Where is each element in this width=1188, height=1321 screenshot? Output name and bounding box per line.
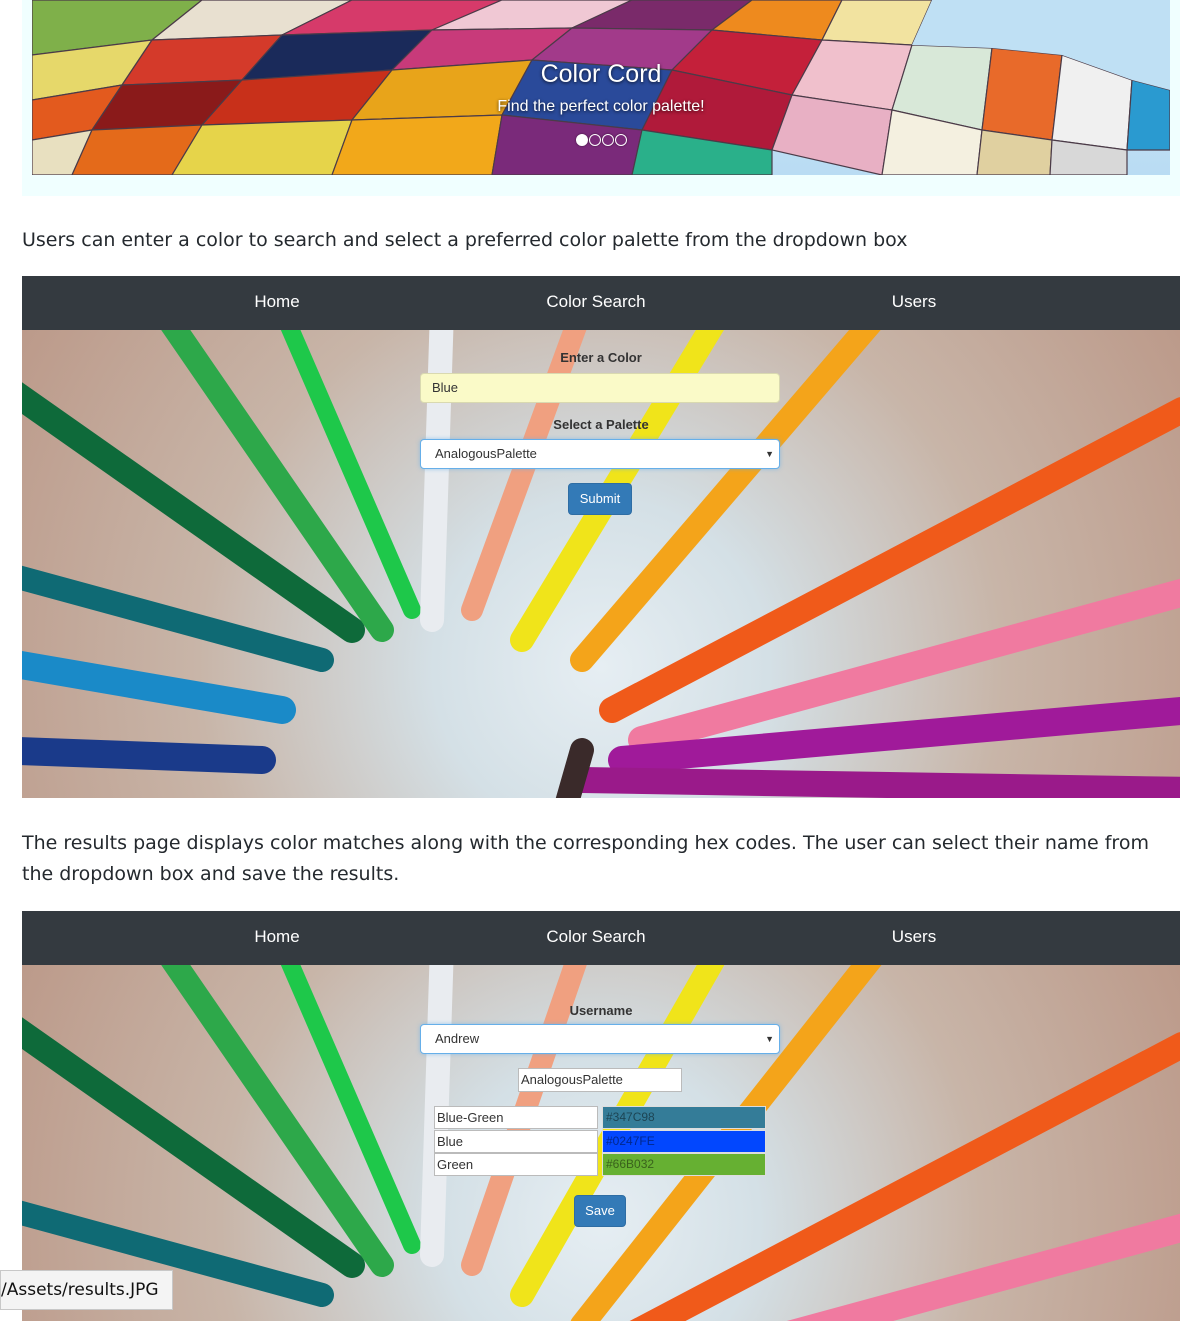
color-match-row: Green #66B032 <box>434 1153 766 1177</box>
save-button[interactable]: Save <box>574 1195 626 1227</box>
navbar: Home Color Search Users <box>22 276 1180 330</box>
palette-select-value: AnalogousPalette <box>435 446 537 461</box>
hero-title: Color Cord <box>540 60 662 88</box>
nav-home[interactable]: Home <box>177 276 377 330</box>
hero-caption: Color Cord Find the perfect color palett… <box>32 58 1170 118</box>
username-label: Username <box>569 1003 633 1018</box>
nav-color-search[interactable]: Color Search <box>496 276 696 330</box>
submit-button[interactable]: Submit <box>568 483 632 515</box>
palette-select[interactable]: AnalogousPalette ▼ <box>420 439 780 469</box>
color-input[interactable]: Blue <box>420 373 780 403</box>
color-hex-swatch[interactable]: #347C98 <box>602 1106 766 1129</box>
search-description: Users can enter a color to search and se… <box>22 229 908 251</box>
chevron-down-icon: ▼ <box>765 449 774 459</box>
status-bar-url: /Assets/results.JPG <box>0 1270 173 1310</box>
pencils-background: Username Andrew ▼ AnalogousPalette Blue-… <box>22 965 1180 1321</box>
nav-users[interactable]: Users <box>814 276 1014 330</box>
chevron-down-icon: ▼ <box>765 1034 774 1044</box>
carousel-indicators <box>32 134 1170 146</box>
color-search-screenshot: Home Color Search Users Enter a Color Bl… <box>22 276 1180 798</box>
nav-users[interactable]: Users <box>814 911 1014 965</box>
color-matches: Blue-Green #347C98 Blue #0247FE Green #6… <box>434 1106 766 1177</box>
navbar: Home Color Search Users <box>22 911 1180 965</box>
results-screenshot: Home Color Search Users Username Andrew … <box>22 911 1180 1321</box>
color-hex-swatch[interactable]: #0247FE <box>602 1129 766 1153</box>
username-select[interactable]: Andrew ▼ <box>420 1024 780 1054</box>
hero-subtitle: Find the perfect color palette! <box>497 98 705 115</box>
color-hex-swatch[interactable]: #66B032 <box>602 1153 766 1176</box>
palette-name-field[interactable]: AnalogousPalette <box>518 1068 682 1092</box>
results-description: The results page displays color matches … <box>22 832 1149 885</box>
nav-home[interactable]: Home <box>177 911 377 965</box>
hero-carousel-frame: Color Cord Find the perfect color palett… <box>22 0 1180 196</box>
carousel-indicator-2[interactable] <box>588 134 601 146</box>
color-name-field[interactable]: Green <box>434 1153 598 1176</box>
carousel-indicator-1[interactable] <box>575 134 588 146</box>
color-match-row: Blue #0247FE <box>434 1129 766 1154</box>
carousel-indicator-3[interactable] <box>601 134 614 146</box>
pencils-background: Enter a Color Blue Select a Palette Anal… <box>22 330 1180 798</box>
color-label: Enter a Color <box>560 350 642 365</box>
username-select-value: Andrew <box>435 1031 480 1046</box>
carousel-indicator-4[interactable] <box>614 134 627 146</box>
nav-color-search[interactable]: Color Search <box>496 911 696 965</box>
color-name-field[interactable]: Blue-Green <box>434 1106 598 1129</box>
hero-carousel[interactable]: Color Cord Find the perfect color palett… <box>32 0 1170 175</box>
palette-label: Select a Palette <box>553 417 649 432</box>
color-name-field[interactable]: Blue <box>434 1129 598 1153</box>
color-match-row: Blue-Green #347C98 <box>434 1106 766 1130</box>
